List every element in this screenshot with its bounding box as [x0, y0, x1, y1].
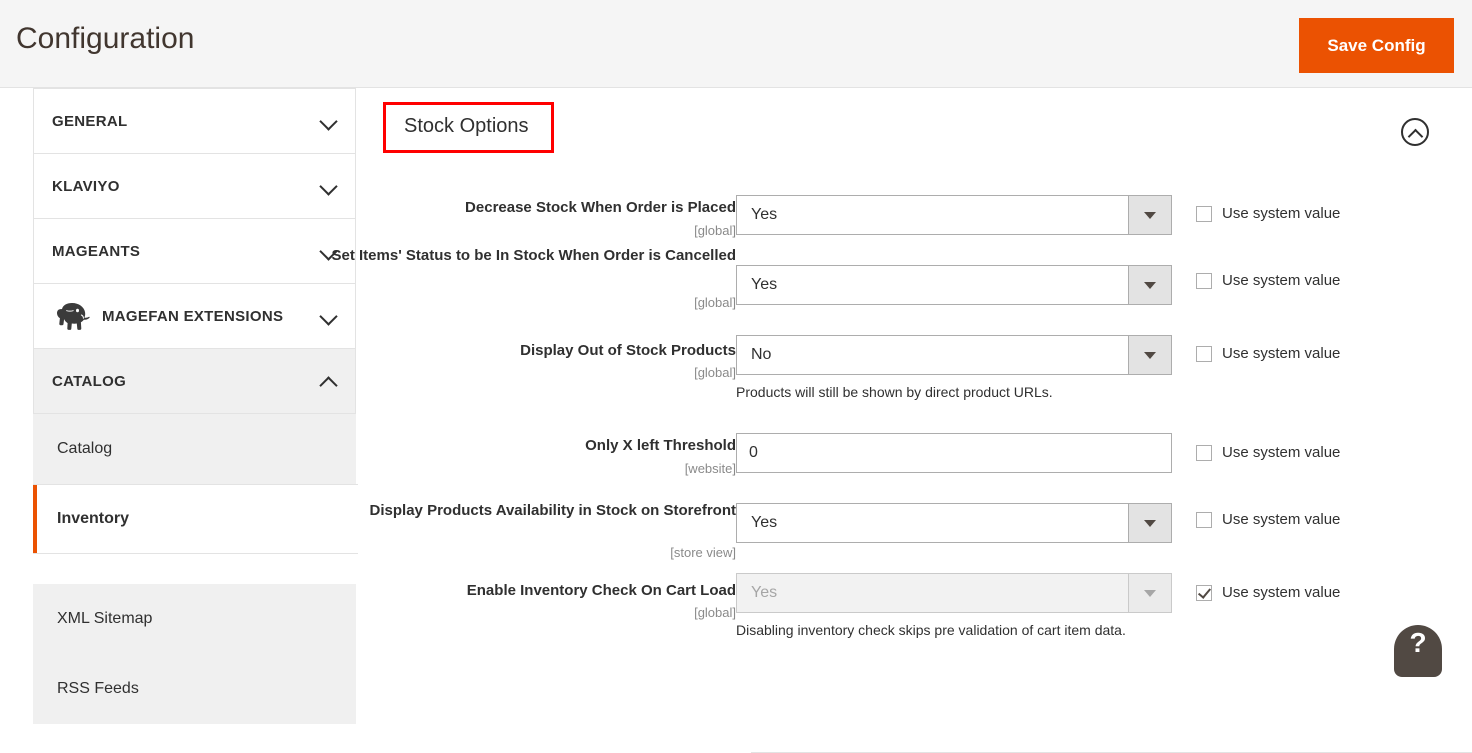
mammoth-icon [52, 301, 94, 331]
field-control: Yes [736, 573, 1172, 613]
sidebar-item-label: Inventory [57, 510, 130, 527]
field-label: Enable Inventory Check On Cart Load [466, 582, 736, 599]
use-system-value-toggle[interactable]: Use system value [1196, 345, 1340, 362]
use-system-value-toggle[interactable]: Use system value [1196, 584, 1340, 601]
field-control [736, 433, 1172, 473]
help-button[interactable]: ? [1394, 625, 1442, 677]
field-note: Products will still be shown by direct p… [736, 384, 1053, 400]
use-system-value-checkbox[interactable] [1196, 205, 1212, 222]
use-system-value-label: Use system value [1222, 584, 1341, 601]
stock-options-section-title[interactable]: Stock Options [383, 102, 554, 153]
use-system-value-checkbox[interactable] [1196, 444, 1212, 461]
field-label: Decrease Stock When Order is Placed [465, 199, 736, 216]
field-note: Disabling inventory check skips pre vali… [736, 622, 1126, 638]
chevron-down-icon[interactable] [1128, 266, 1171, 304]
field-control: Yes [736, 265, 1172, 305]
select-value: Yes [751, 514, 778, 531]
sidebar-item-label: RSS Feeds [57, 680, 139, 697]
select-display-products-availability-in-stock-on-storefront[interactable]: Yes [736, 503, 1172, 543]
content-area: Stock Options Decrease Stock When Order … [332, 88, 1472, 753]
select-value: No [751, 346, 772, 363]
use-system-value-label: Use system value [1222, 345, 1341, 362]
use-system-value-label: Use system value [1222, 511, 1341, 528]
sidebar-item-rss-feeds[interactable]: RSS Feeds [33, 654, 356, 724]
page-header: Configuration Save Config [0, 0, 1472, 88]
chevron-down-icon[interactable] [1128, 336, 1171, 374]
field-scope: [global] [694, 295, 736, 310]
use-system-value-checkbox[interactable] [1196, 272, 1212, 289]
chevron-down-icon [1128, 574, 1171, 612]
field-label: Display Out of Stock Products [520, 342, 736, 359]
field-control: No [736, 335, 1172, 375]
help-icon: ? [1409, 627, 1427, 658]
input-only-x-left-threshold[interactable] [736, 433, 1172, 473]
sidebar-item-label: XML Sitemap [57, 610, 153, 627]
use-system-value-toggle[interactable]: Use system value [1196, 444, 1340, 461]
select-value: Yes [751, 206, 778, 223]
use-system-value-toggle[interactable]: Use system value [1196, 511, 1340, 528]
use-system-value-checkbox[interactable] [1196, 511, 1212, 528]
field-scope: [global] [694, 365, 736, 380]
field-label: Display Products Availability in Stock o… [369, 502, 736, 519]
use-system-value-toggle[interactable]: Use system value [1196, 272, 1340, 289]
select-value: Yes [751, 584, 778, 601]
use-system-value-toggle[interactable]: Use system value [1196, 205, 1340, 222]
chevron-up-circle-icon[interactable] [1401, 118, 1429, 146]
left-gutter [0, 88, 33, 677]
use-system-value-label: Use system value [1222, 272, 1341, 289]
field-label: Set Items' Status to be In Stock When Or… [331, 247, 737, 264]
use-system-value-label: Use system value [1222, 444, 1341, 461]
field-control: Yes [736, 503, 1172, 543]
chevron-down-icon[interactable] [319, 176, 339, 196]
select-set-items-status-to-be-in-stock-when-order-is-cancelled[interactable]: Yes [736, 265, 1172, 305]
sidebar-item-label: Catalog [57, 440, 113, 457]
select-decrease-stock-when-order-is-placed[interactable]: Yes [736, 195, 1172, 235]
section-header-row: Stock Options [358, 88, 1472, 170]
chevron-down-icon[interactable] [1128, 196, 1171, 234]
chevron-down-icon[interactable] [319, 111, 339, 131]
chevron-down-icon[interactable] [1128, 504, 1171, 542]
field-scope: [global] [694, 223, 736, 238]
use-system-value-checkbox[interactable] [1196, 584, 1212, 601]
sidebar-section-label: KLAVIYO [52, 177, 120, 195]
use-system-value-label: Use system value [1222, 205, 1341, 222]
field-scope: [store view] [670, 545, 736, 560]
select-enable-inventory-check-on-cart-load: Yes [736, 573, 1172, 613]
sidebar-section-general[interactable]: GENERAL [33, 88, 356, 154]
select-display-out-of-stock-products[interactable]: No [736, 335, 1172, 375]
field-scope: [global] [694, 605, 736, 620]
page-title: Configuration [16, 22, 195, 55]
select-value: Yes [751, 276, 778, 293]
use-system-value-checkbox[interactable] [1196, 345, 1212, 362]
sidebar-section-label: GENERAL [52, 112, 128, 130]
field-label: Only X left Threshold [585, 437, 736, 454]
field-scope: [website] [684, 461, 736, 476]
save-config-button[interactable]: Save Config [1299, 18, 1454, 73]
field-control: Yes [736, 195, 1172, 235]
